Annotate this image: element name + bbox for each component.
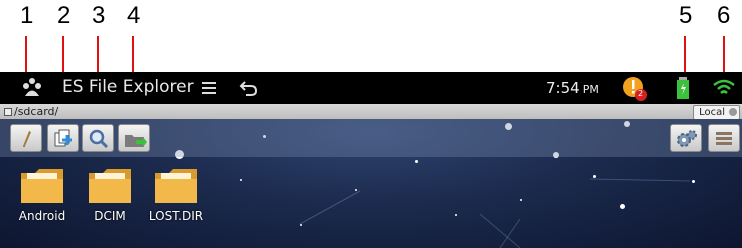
folder-label: DCIM — [94, 209, 126, 223]
view-mode-button[interactable] — [708, 124, 740, 152]
list-view-icon — [716, 132, 732, 145]
settings-button[interactable] — [670, 124, 702, 152]
battery-icon — [677, 77, 689, 99]
clock-time: 7:54 — [546, 79, 580, 97]
toolbar — [0, 119, 742, 157]
folder-item[interactable]: LOST.DIR — [144, 165, 208, 223]
sdcard-icon — [4, 108, 12, 116]
search-button[interactable] — [82, 124, 114, 152]
pencil-icon — [23, 131, 31, 147]
folder-label: LOST.DIR — [148, 209, 204, 223]
folder-item[interactable]: DCIM — [78, 165, 142, 223]
folder-icon — [155, 169, 197, 203]
path-bar: /sdcard/ Local — [0, 104, 742, 120]
warning-icon[interactable] — [622, 76, 648, 102]
location-dropdown-icon — [729, 108, 737, 116]
gear-icon — [677, 130, 697, 147]
title-bar: ES File Explorer 7:54 PM 2 — [0, 72, 742, 104]
folder-item[interactable]: Android — [10, 165, 74, 223]
clock-ampm: PM — [582, 83, 599, 96]
current-path[interactable]: /sdcard/ — [14, 104, 58, 119]
search-icon — [89, 129, 109, 149]
location-label: Local — [699, 107, 725, 118]
transfer-button[interactable] — [118, 124, 150, 152]
wifi-icon — [713, 79, 735, 94]
new-file-icon — [54, 129, 72, 147]
folder-transfer-icon — [125, 135, 147, 147]
folder-icon — [89, 169, 131, 203]
edit-button[interactable] — [10, 124, 42, 152]
app-title: ES File Explorer — [62, 77, 194, 97]
location-selector[interactable]: Local — [693, 105, 740, 120]
clock: 7:54 PM — [546, 79, 599, 97]
app-logo-icon — [23, 78, 41, 96]
folder-label: Android — [18, 209, 66, 223]
file-browser-area: Android DCIM LOST.DIR — [0, 119, 742, 248]
back-icon[interactable] — [239, 79, 259, 97]
notification-count: 2 — [638, 89, 644, 98]
menu-icon[interactable] — [201, 80, 217, 96]
folder-icon — [21, 169, 63, 203]
new-button[interactable] — [47, 124, 79, 152]
